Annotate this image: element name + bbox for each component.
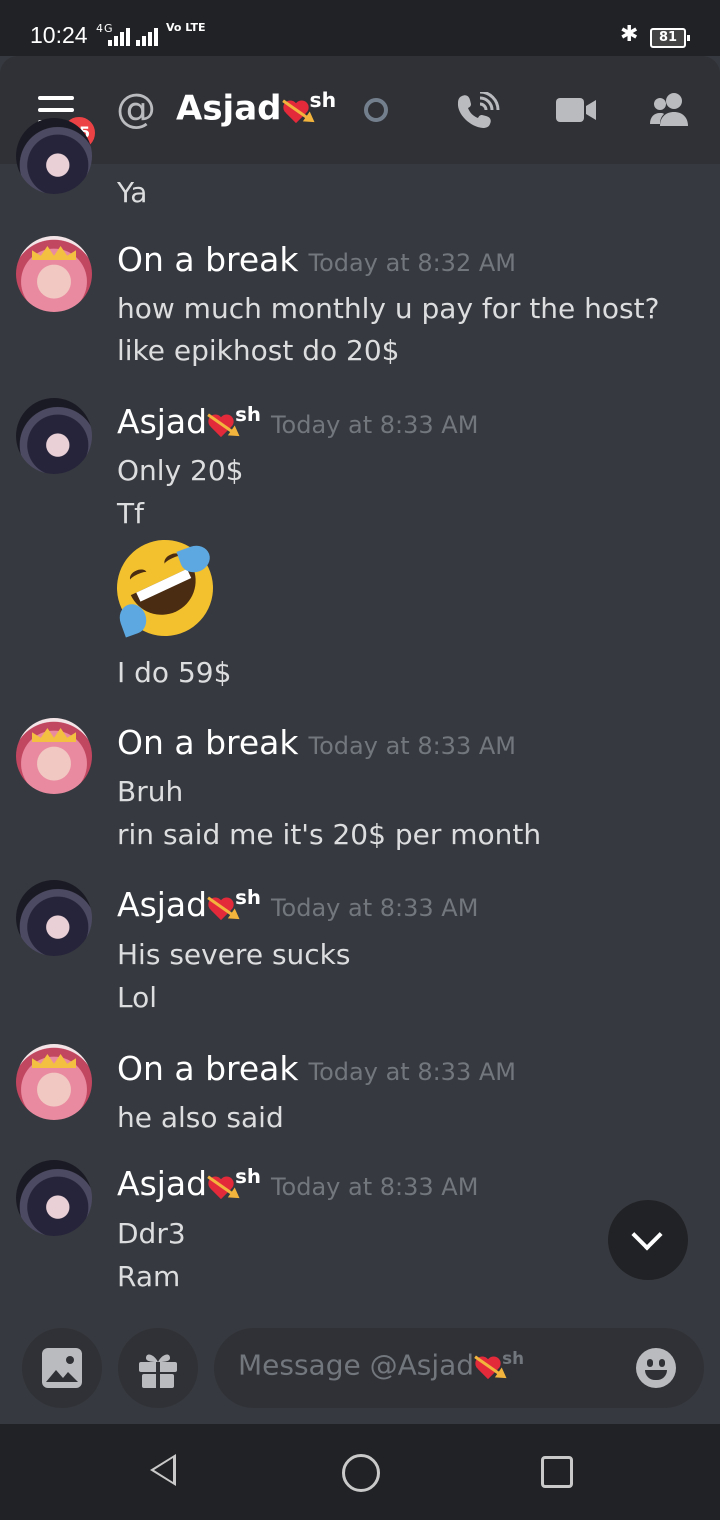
author-name: On a break	[117, 1049, 299, 1088]
rofl-emoji-icon[interactable]	[101, 524, 229, 652]
message-line: Only 20$	[117, 454, 244, 487]
message-line: Bruh	[117, 775, 184, 808]
system-nav-bar	[0, 1424, 720, 1520]
heart-arrow-emoji-icon	[474, 1353, 504, 1379]
message-line: Ddr3	[117, 1217, 186, 1250]
at-icon: @	[116, 86, 156, 132]
message-line: Tf	[117, 497, 144, 530]
message-line: Ya	[117, 176, 148, 209]
offline-status-icon	[364, 98, 388, 122]
author-name: Asjad	[117, 885, 208, 924]
author-suffix: sh	[235, 886, 261, 909]
avatar-asjad[interactable]	[16, 1160, 92, 1236]
message-timestamp: Today at 8:33 AM	[270, 411, 479, 439]
message-line: I do 59$	[117, 656, 232, 689]
message-line: rin said me it's 20$ per month	[117, 818, 542, 851]
status-time: 10:24	[30, 22, 88, 48]
heart-arrow-emoji-icon	[207, 1173, 237, 1199]
emoji-picker-icon[interactable]	[636, 1348, 676, 1388]
heart-arrow-emoji-icon	[207, 894, 237, 920]
message-timestamp: Today at 8:33 AM	[270, 1173, 479, 1201]
author-name: On a break	[117, 723, 299, 762]
heart-arrow-emoji-icon	[281, 97, 312, 123]
message-timestamp: Today at 8:32 AM	[308, 249, 516, 277]
message-author[interactable]: Asjad sh Today at 8:33 AM	[117, 402, 478, 441]
home-icon[interactable]	[342, 1454, 380, 1492]
header-username-suffix: sh	[309, 88, 337, 112]
message-placeholder: Message @Asjad sh	[238, 1348, 524, 1381]
volte-indicator: Vo LTE	[166, 21, 206, 34]
message-composer: Message @Asjad sh	[0, 1310, 720, 1424]
message-timestamp: Today at 8:33 AM	[308, 732, 516, 760]
channel-title[interactable]: Asjad sh	[176, 88, 336, 128]
author-name: Asjad	[117, 1164, 208, 1203]
gift-icon	[139, 1354, 177, 1388]
attach-image-button[interactable]	[22, 1328, 102, 1408]
avatar-on-a-break[interactable]	[16, 1044, 92, 1120]
status-bar: 10:24 4G Vo LTE ✱ 81	[0, 0, 720, 56]
message-input[interactable]: Message @Asjad sh	[214, 1328, 704, 1408]
message-line: he also said	[117, 1101, 284, 1134]
author-suffix: sh	[235, 403, 261, 426]
placeholder-suffix: sh	[502, 1348, 525, 1368]
jump-to-bottom-button[interactable]	[608, 1200, 688, 1280]
author-name: On a break	[117, 240, 299, 279]
message-author[interactable]: Asjad sh Today at 8:33 AM	[117, 885, 478, 924]
message-timestamp: Today at 8:33 AM	[270, 894, 479, 922]
header-username: Asjad	[176, 88, 282, 129]
message-author[interactable]: On a break Today at 8:33 AM	[117, 723, 516, 762]
placeholder-text: Message @Asjad	[238, 1348, 475, 1382]
signal-icon	[108, 26, 130, 46]
message-author[interactable]: On a break Today at 8:33 AM	[117, 1049, 516, 1088]
author-name: Asjad	[117, 402, 208, 441]
chat-header: 25 @ Asjadsh	[0, 56, 720, 164]
image-icon	[42, 1348, 82, 1388]
avatar-asjad[interactable]	[16, 118, 92, 194]
avatar-asjad[interactable]	[16, 880, 92, 956]
avatar-on-a-break[interactable]	[16, 718, 92, 794]
members-icon[interactable]	[648, 92, 692, 128]
heart-arrow-emoji-icon	[207, 411, 237, 437]
message-line: Ram	[117, 1260, 181, 1293]
avatar-asjad[interactable]	[16, 398, 92, 474]
author-suffix: sh	[235, 1165, 261, 1188]
bluetooth-icon: ✱	[620, 22, 639, 47]
signal-icon-2	[136, 26, 158, 46]
message-line: like epikhost do 20$	[117, 334, 400, 367]
avatar-on-a-break[interactable]	[16, 236, 92, 312]
back-icon[interactable]	[150, 1454, 176, 1486]
recent-apps-icon[interactable]	[541, 1456, 573, 1488]
message-line: Lol	[117, 981, 158, 1014]
message-timestamp: Today at 8:33 AM	[308, 1058, 516, 1086]
gift-button[interactable]	[118, 1328, 198, 1408]
video-call-icon[interactable]	[554, 92, 598, 128]
message-line: His severe sucks	[117, 938, 351, 971]
message-line: how much monthly u pay for the host?	[117, 292, 660, 325]
voice-call-icon[interactable]	[456, 92, 500, 128]
battery-icon: 81	[650, 28, 690, 48]
message-author[interactable]: Asjad sh Today at 8:33 AM	[117, 1164, 478, 1203]
message-author[interactable]: On a break Today at 8:32 AM	[117, 240, 516, 279]
